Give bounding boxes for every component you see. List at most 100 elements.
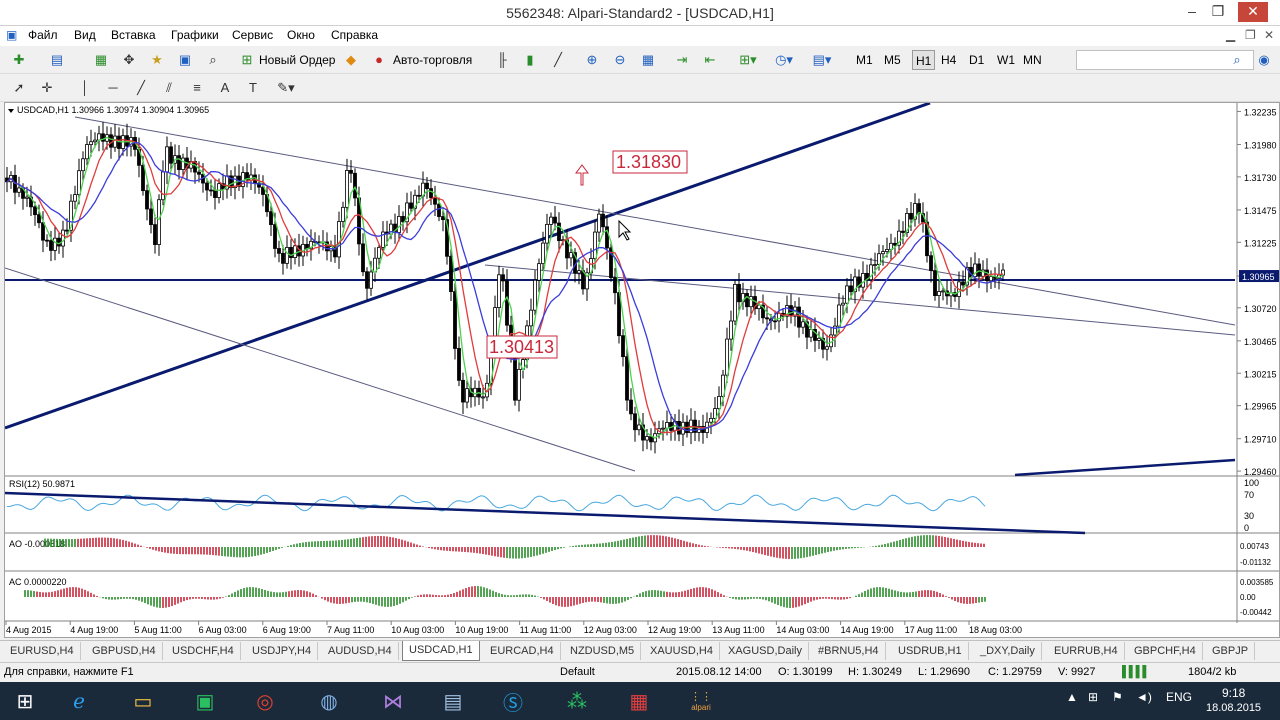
tab-eurcad-h4[interactable]: EURCAD,H4 xyxy=(484,642,561,660)
alpari-app[interactable]: ⋮⋮ alpari xyxy=(678,684,724,718)
scroll-chart-icon[interactable]: ⇥ xyxy=(672,50,692,70)
tab-gbpjp[interactable]: GBPJP xyxy=(1206,642,1256,660)
tab-eurrub-h4[interactable]: EURRUB,H4 xyxy=(1048,642,1125,660)
tab-usdcad-h1[interactable]: USDCAD,H1 xyxy=(402,641,480,661)
new-order-button[interactable]: Новый Ордер xyxy=(259,50,335,70)
chrome-icon[interactable]: ◎ xyxy=(242,684,288,718)
favorites-icon[interactable]: ★ xyxy=(146,50,168,70)
restore-button[interactable]: ❐ xyxy=(1208,2,1228,22)
recorder-icon[interactable]: ▦ xyxy=(616,684,662,718)
chart-shift-icon[interactable]: ⇤ xyxy=(700,50,720,70)
tray-volume-icon[interactable]: ◄) xyxy=(1136,690,1152,704)
candle-body xyxy=(777,312,781,322)
zoom-out-icon[interactable]: ⊖ xyxy=(610,50,630,70)
explorer-icon[interactable]: ▭ xyxy=(120,684,166,718)
arrows-icon[interactable]: ✎▾ xyxy=(272,78,300,98)
menu-help[interactable]: Справка xyxy=(331,28,378,42)
channel-icon[interactable]: ⫽ xyxy=(160,78,178,98)
ac-level-label: 0.00 xyxy=(1240,593,1256,602)
tile-windows-icon[interactable]: ▦ xyxy=(638,50,658,70)
app-menu-icon[interactable]: ▣ xyxy=(6,28,17,42)
mdi-minimize-icon[interactable]: ▁ xyxy=(1226,28,1235,42)
periods-icon[interactable]: ◷▾ xyxy=(770,50,798,70)
bar-chart-icon[interactable]: ╟ xyxy=(492,50,512,70)
chart-window[interactable]: 1.32235 1.31980 1.31730 1.31475 1.31225 1.309… xyxy=(4,101,1280,638)
tray-flag-icon[interactable]: ⚑ xyxy=(1112,690,1123,704)
indicators-icon[interactable]: ⊞▾ xyxy=(734,50,762,70)
thunderbird-icon[interactable]: ◍ xyxy=(306,684,352,718)
tab-gbpchf-h4[interactable]: GBPCHF,H4 xyxy=(1128,642,1203,660)
tf-d1[interactable]: D1 xyxy=(969,50,984,70)
meta-editor-icon[interactable]: ◆ xyxy=(342,50,360,70)
cursor-icon[interactable]: ➚ xyxy=(10,78,28,98)
tray-lang[interactable]: ENG xyxy=(1166,690,1192,704)
start-icon[interactable]: ⊞ xyxy=(2,684,48,718)
market-watch-icon[interactable]: ▦ xyxy=(90,50,112,70)
chart-svg[interactable]: 1.32235 1.31980 1.31730 1.31475 1.31225 1.309… xyxy=(4,101,1279,637)
mdi-close-icon[interactable]: ✕ xyxy=(1264,28,1274,42)
status-profile[interactable]: Default xyxy=(560,666,595,678)
candle-chart-icon[interactable]: ▮ xyxy=(520,50,540,70)
candle-body xyxy=(161,171,165,201)
search-icon[interactable]: ⌕ xyxy=(1228,50,1246,70)
status-help: Для справки, нажмите F1 xyxy=(4,666,134,678)
tf-mn[interactable]: MN xyxy=(1023,50,1042,70)
crosshair-icon[interactable]: ✛ xyxy=(38,78,56,98)
tab-xagusd-daily[interactable]: XAGUSD,Daily xyxy=(722,642,809,660)
tf-m1[interactable]: M1 xyxy=(856,50,873,70)
tab--dxy-daily[interactable]: _DXY,Daily xyxy=(974,642,1042,660)
menu-window[interactable]: Окно xyxy=(287,28,315,42)
tester-icon[interactable]: ⌕ xyxy=(202,50,224,70)
profiles-icon[interactable]: ▤ xyxy=(46,50,68,70)
text-label-icon[interactable]: T xyxy=(244,78,262,98)
community-icon[interactable]: ◉ xyxy=(1254,50,1274,70)
tab--brnu5-h4[interactable]: #BRNU5,H4 xyxy=(812,642,886,660)
tray-expand-icon[interactable]: ▲ xyxy=(1066,690,1078,704)
terminal-icon[interactable]: ▣ xyxy=(174,50,196,70)
minimize-button[interactable]: ‒ xyxy=(1182,2,1202,22)
candle-body xyxy=(989,276,993,282)
menu-bar: ▣ Файл Вид Вставка Графики Сервис Окно С… xyxy=(0,26,1280,46)
new-chart-icon[interactable]: ✚ xyxy=(8,50,30,70)
tab-usdjpy-h4[interactable]: USDJPY,H4 xyxy=(246,642,319,660)
text-icon[interactable]: A xyxy=(216,78,234,98)
chart-app-icon[interactable]: ▤ xyxy=(430,684,476,718)
menu-view[interactable]: Вид xyxy=(74,28,96,42)
skype-icon[interactable]: Ⓢ xyxy=(490,684,536,718)
tf-w1[interactable]: W1 xyxy=(997,50,1015,70)
tf-h4[interactable]: H4 xyxy=(941,50,956,70)
line-chart-icon[interactable]: ╱ xyxy=(548,50,568,70)
fibonacci-icon[interactable]: ≡ xyxy=(188,78,206,98)
vertical-line-icon[interactable]: │ xyxy=(76,78,94,98)
tab-xauusd-h4[interactable]: XAUUSD,H4 xyxy=(644,642,720,660)
horizontal-line-icon[interactable]: ─ xyxy=(104,78,122,98)
menu-service[interactable]: Сервис xyxy=(232,28,273,42)
menu-insert[interactable]: Вставка xyxy=(111,28,156,42)
tab-gbpusd-h4[interactable]: GBPUSD,H4 xyxy=(86,642,163,660)
templates-icon[interactable]: ▤▾ xyxy=(808,50,836,70)
navigator-icon[interactable]: ✥ xyxy=(118,50,140,70)
menu-file[interactable]: Файл xyxy=(28,28,58,42)
tray-network-icon[interactable]: ⊞ xyxy=(1088,690,1098,704)
excel-icon[interactable]: ▣ xyxy=(182,684,228,718)
tab-nzdusd-m5[interactable]: NZDUSD,M5 xyxy=(564,642,642,660)
candle-body xyxy=(549,216,553,225)
trendline-icon[interactable]: ╱ xyxy=(132,78,150,98)
menu-charts[interactable]: Графики xyxy=(171,28,219,42)
vs-icon[interactable]: ⋈ xyxy=(370,684,416,718)
zoom-in-icon[interactable]: ⊕ xyxy=(582,50,602,70)
metatrader-icon[interactable]: ⁂ xyxy=(554,684,600,718)
ie-icon[interactable]: ℯ xyxy=(56,684,102,718)
candle-body xyxy=(153,224,157,245)
mdi-restore-icon[interactable]: ❐ xyxy=(1245,28,1256,42)
tf-m5[interactable]: M5 xyxy=(884,50,901,70)
candle-body xyxy=(665,422,669,429)
close-button[interactable]: ✕ xyxy=(1238,2,1268,22)
tab-usdchf-h4[interactable]: USDCHF,H4 xyxy=(166,642,241,660)
tab-usdrub-h1[interactable]: USDRUB,H1 xyxy=(892,642,969,660)
auto-trading-button[interactable]: Авто-торговля xyxy=(393,50,472,70)
candle-body xyxy=(453,291,457,349)
tf-h1[interactable]: H1 xyxy=(912,50,936,70)
tab-eurusd-h4[interactable]: EURUSD,H4 xyxy=(4,642,81,660)
tab-audusd-h4[interactable]: AUDUSD,H4 xyxy=(322,642,399,660)
